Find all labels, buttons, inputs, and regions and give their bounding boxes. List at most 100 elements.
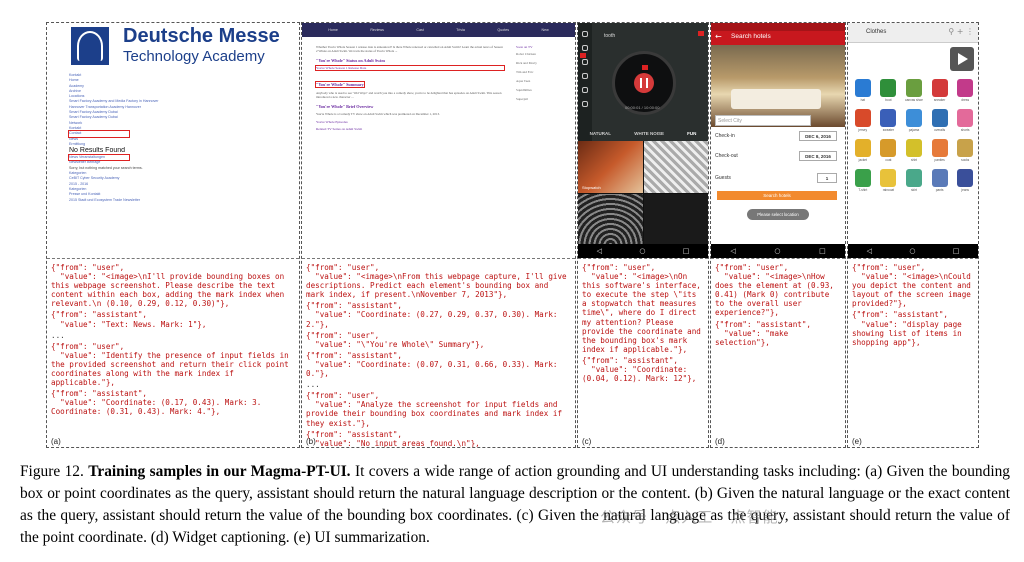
clothing-item[interactable]: coat: [876, 139, 902, 162]
sidebar: Soon on TV Robot Chicken Rick and Morty Ti…: [516, 45, 572, 106]
conversation-c: {"from": "user", "value": "<image>\nOn t…: [578, 260, 708, 433]
panel-label: (e): [852, 437, 862, 446]
clothing-item[interactable]: dress: [952, 79, 978, 102]
guests-label: Guests: [715, 175, 731, 181]
page-text-line[interactable]: 2015 Stadt und Ecosystem Trade Newslette…: [69, 198, 294, 203]
home-icon[interactable]: ○: [639, 247, 645, 255]
assistant-turn: {"from": "assistant", "value": "Coordina…: [306, 301, 558, 329]
clothing-item[interactable]: canvas shoe: [901, 79, 927, 102]
clothing-label: sneaker: [933, 98, 946, 102]
recents-icon[interactable]: □: [819, 247, 826, 255]
clothing-label: boot: [885, 98, 892, 102]
home-icon[interactable]: ○: [909, 247, 915, 255]
top-nav: Home Reviews Cast Trivia Quotes New: [302, 23, 575, 37]
clothing-item[interactable]: overalls: [927, 109, 953, 132]
user-turn: {"from": "user", "value": "<image>\nOn t…: [582, 263, 701, 354]
paragraph: Whether You're Whole Season 1 release da…: [316, 45, 503, 54]
sidebar-item[interactable]: Robot Chicken: [516, 52, 572, 56]
guests-stepper[interactable]: 1: [817, 173, 837, 183]
sound-tile[interactable]: [643, 193, 708, 245]
panel-c: tooth 00:00:01 / 10:00:00 NATURAL WHITE …: [577, 22, 709, 448]
clothing-label: overalls: [934, 128, 946, 132]
clothing-label: T-shirt: [858, 188, 868, 192]
back-icon[interactable]: ◁: [730, 247, 735, 255]
nav-item[interactable]: Reviews: [370, 28, 384, 32]
sidebar-item[interactable]: Aqua Teen: [516, 79, 572, 83]
link[interactable]: You're Whole Season 1 Release Date: [315, 64, 505, 71]
clothing-item[interactable]: jacket: [850, 139, 876, 162]
sound-tile[interactable]: [578, 193, 643, 245]
clothing-icon: [957, 169, 974, 187]
play-icon[interactable]: [950, 47, 974, 71]
nav-item[interactable]: New: [541, 28, 548, 32]
clothing-item[interactable]: skirt: [901, 169, 927, 192]
tab-fun[interactable]: FUN: [687, 131, 696, 136]
app-bar: Clothes ⚲ + ⋮: [848, 23, 978, 43]
link[interactable]: You're Whole Episodes: [316, 120, 504, 124]
nav-item[interactable]: Quotes: [497, 28, 509, 32]
sidebar-item[interactable]: Superjail: [516, 97, 572, 101]
user-turn: {"from": "user", "value": "\"You're Whol…: [306, 330, 485, 349]
sound-tile[interactable]: Stopwatch: [578, 141, 643, 193]
clothing-item[interactable]: jeans: [952, 169, 978, 192]
clothing-item[interactable]: shirt: [901, 139, 927, 162]
clothing-item[interactable]: pajama: [901, 109, 927, 132]
ellipsis: ...: [306, 380, 320, 390]
clothing-label: socks: [961, 158, 970, 162]
mark-badge: [642, 65, 648, 70]
assistant-turn: {"from": "assistant", "value": "Text: Ne…: [51, 310, 207, 329]
sound-tile[interactable]: [643, 141, 708, 193]
user-turn: {"from": "user", "value": "<image>\nI'll…: [51, 263, 285, 309]
check-in-row: Check-in DEC 6, 2016: [715, 131, 843, 142]
android-navbar: ◁ ○ □: [848, 244, 978, 258]
paragraph: You're Whole is a Comedy TV show on Adul…: [316, 111, 440, 116]
check-in-date[interactable]: DEC 6, 2016: [799, 131, 837, 141]
clothing-label: dress: [961, 98, 970, 102]
back-arrow-icon[interactable]: ←: [715, 32, 722, 41]
home-icon[interactable]: ○: [774, 247, 780, 255]
nav-item[interactable]: Home: [328, 28, 338, 32]
clothing-item[interactable]: panties: [927, 139, 953, 162]
clothing-label: hat: [860, 98, 866, 102]
clothing-item[interactable]: raincoat: [876, 169, 902, 192]
clothing-icon: [880, 169, 897, 187]
search-hotels-button[interactable]: Search hotels: [717, 191, 837, 200]
back-icon[interactable]: ◁: [597, 247, 602, 255]
back-icon[interactable]: ◁: [867, 247, 872, 255]
clothing-item[interactable]: sneaker: [927, 79, 953, 102]
city-select[interactable]: Select City: [715, 115, 811, 126]
check-out-date[interactable]: DEC 8, 2016: [799, 151, 837, 161]
clothing-icon: [905, 169, 922, 187]
clothing-icon: [880, 109, 897, 127]
sidebar-item[interactable]: Tim and Eric: [516, 70, 572, 74]
panel-label: (c): [582, 437, 592, 446]
clothing-item[interactable]: socks: [952, 139, 978, 162]
link[interactable]: Related TV Series on Adult Swim: [316, 127, 504, 131]
clothing-item[interactable]: sweater: [876, 109, 902, 132]
nav-item[interactable]: Trivia: [456, 28, 465, 32]
clothing-label: jacket: [858, 158, 867, 162]
tab-natural[interactable]: NATURAL: [590, 131, 611, 136]
app-title: Search hotels: [731, 33, 771, 40]
select-location-button[interactable]: Please select location: [747, 209, 809, 220]
nav-item[interactable]: Cast: [416, 28, 423, 32]
watermark: 公众号 · 点入工 · 点智能: [600, 508, 779, 526]
recents-icon[interactable]: □: [953, 247, 960, 255]
clothing-item[interactable]: shorts: [952, 109, 978, 132]
clothing-item[interactable]: hat: [850, 79, 876, 102]
clothing-item[interactable]: jersey: [850, 109, 876, 132]
clothing-item[interactable]: pants: [927, 169, 953, 192]
recents-icon[interactable]: □: [683, 247, 690, 255]
clothing-icon: [957, 109, 974, 127]
clothing-icon: [880, 139, 897, 157]
sidebar-item[interactable]: Squidbillies: [516, 88, 572, 92]
clothing-item[interactable]: T-shirt: [850, 169, 876, 192]
clothing-label: pajama: [908, 128, 920, 132]
mobile-screenshot: Clothes ⚲ + ⋮ hat boot canvas shoe sneaker d…: [848, 23, 978, 259]
sidebar-item[interactable]: Rick and Morty: [516, 61, 572, 65]
toolbar-icons[interactable]: ⚲ + ⋮: [948, 27, 974, 36]
tab-white-noise[interactable]: WHITE NOISE: [634, 131, 664, 136]
figure-caption: Figure 12. Training samples in our Magma…: [20, 461, 1010, 549]
clothing-item[interactable]: boot: [876, 79, 902, 102]
header-text: tooth: [604, 33, 616, 39]
